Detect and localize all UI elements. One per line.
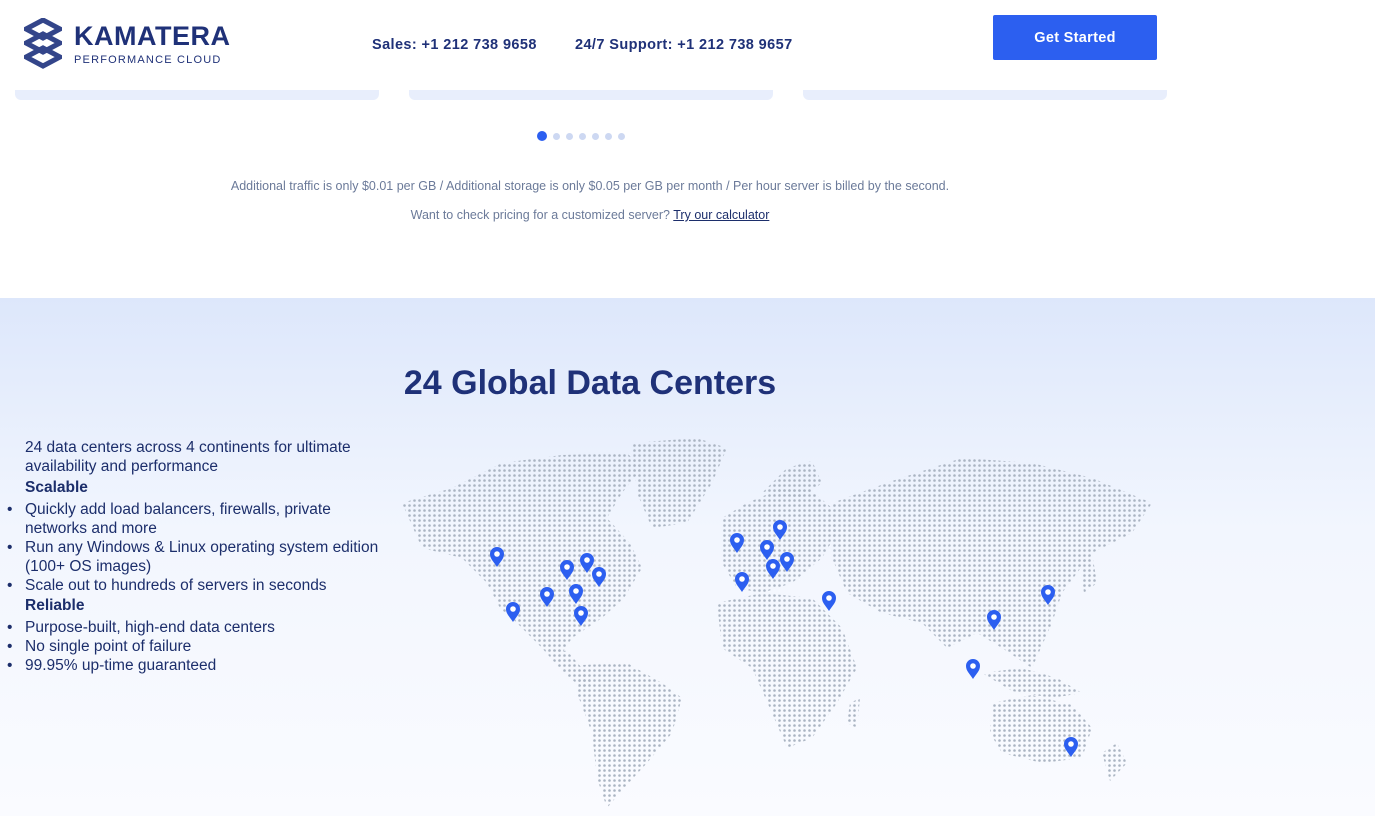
group-heading-scalable: Scalable	[25, 479, 88, 496]
list-item: 99.95% up-time guaranteed	[7, 656, 395, 675]
list-item: No single point of failure	[7, 637, 395, 656]
carousel-dot[interactable]	[566, 133, 573, 140]
features-intro: 24 data centers across 4 continents for …	[25, 439, 351, 475]
carousel-pagination	[537, 131, 625, 141]
group-heading-reliable: Reliable	[25, 597, 85, 614]
brand-name: KAMATERA	[74, 20, 231, 51]
map-pin-icon[interactable]	[822, 591, 836, 611]
map-pin-icon[interactable]	[966, 659, 980, 679]
scalable-list: Quickly add load balancers, firewalls, p…	[7, 500, 395, 595]
carousel-dot[interactable]	[618, 133, 625, 140]
carousel-dot[interactable]	[537, 131, 547, 141]
site-header: KAMATERA PERFORMANCE CLOUD Sales: +1 212…	[0, 0, 1375, 90]
carousel-dot[interactable]	[553, 133, 560, 140]
features-list: 24 data centers across 4 continents for …	[7, 438, 395, 675]
list-item: Quickly add load balancers, firewalls, p…	[7, 500, 395, 538]
pricing-note: Additional traffic is only $0.01 per GB …	[230, 179, 950, 193]
calculator-link[interactable]: Try our calculator	[673, 208, 769, 222]
datacenters-title: 24 Global Data Centers	[403, 364, 777, 402]
brand-tagline: PERFORMANCE CLOUD	[74, 53, 222, 66]
carousel-dot[interactable]	[579, 133, 586, 140]
carousel-dot[interactable]	[592, 133, 599, 140]
list-item: Run any Windows & Linux operating system…	[7, 538, 395, 576]
continents	[402, 438, 1152, 808]
list-item: Scale out to hundreds of servers in seco…	[7, 576, 395, 595]
support-phone-link[interactable]: 24/7 Support: +1 212 738 9657	[575, 37, 793, 53]
get-started-button[interactable]: Get Started	[993, 15, 1157, 60]
logo[interactable]: KAMATERA PERFORMANCE CLOUD	[24, 18, 230, 70]
reliable-list: Purpose-built, high-end data centers No …	[7, 618, 395, 675]
world-map	[402, 438, 1152, 808]
list-item: Purpose-built, high-end data centers	[7, 618, 395, 637]
sales-phone-link[interactable]: Sales: +1 212 738 9658	[372, 37, 537, 53]
calculator-prompt: Want to check pricing for a customized s…	[410, 208, 671, 222]
kamatera-logo-icon	[24, 18, 62, 69]
calculator-line: Want to check pricing for a customized s…	[0, 208, 1180, 222]
carousel-dot[interactable]	[605, 133, 612, 140]
